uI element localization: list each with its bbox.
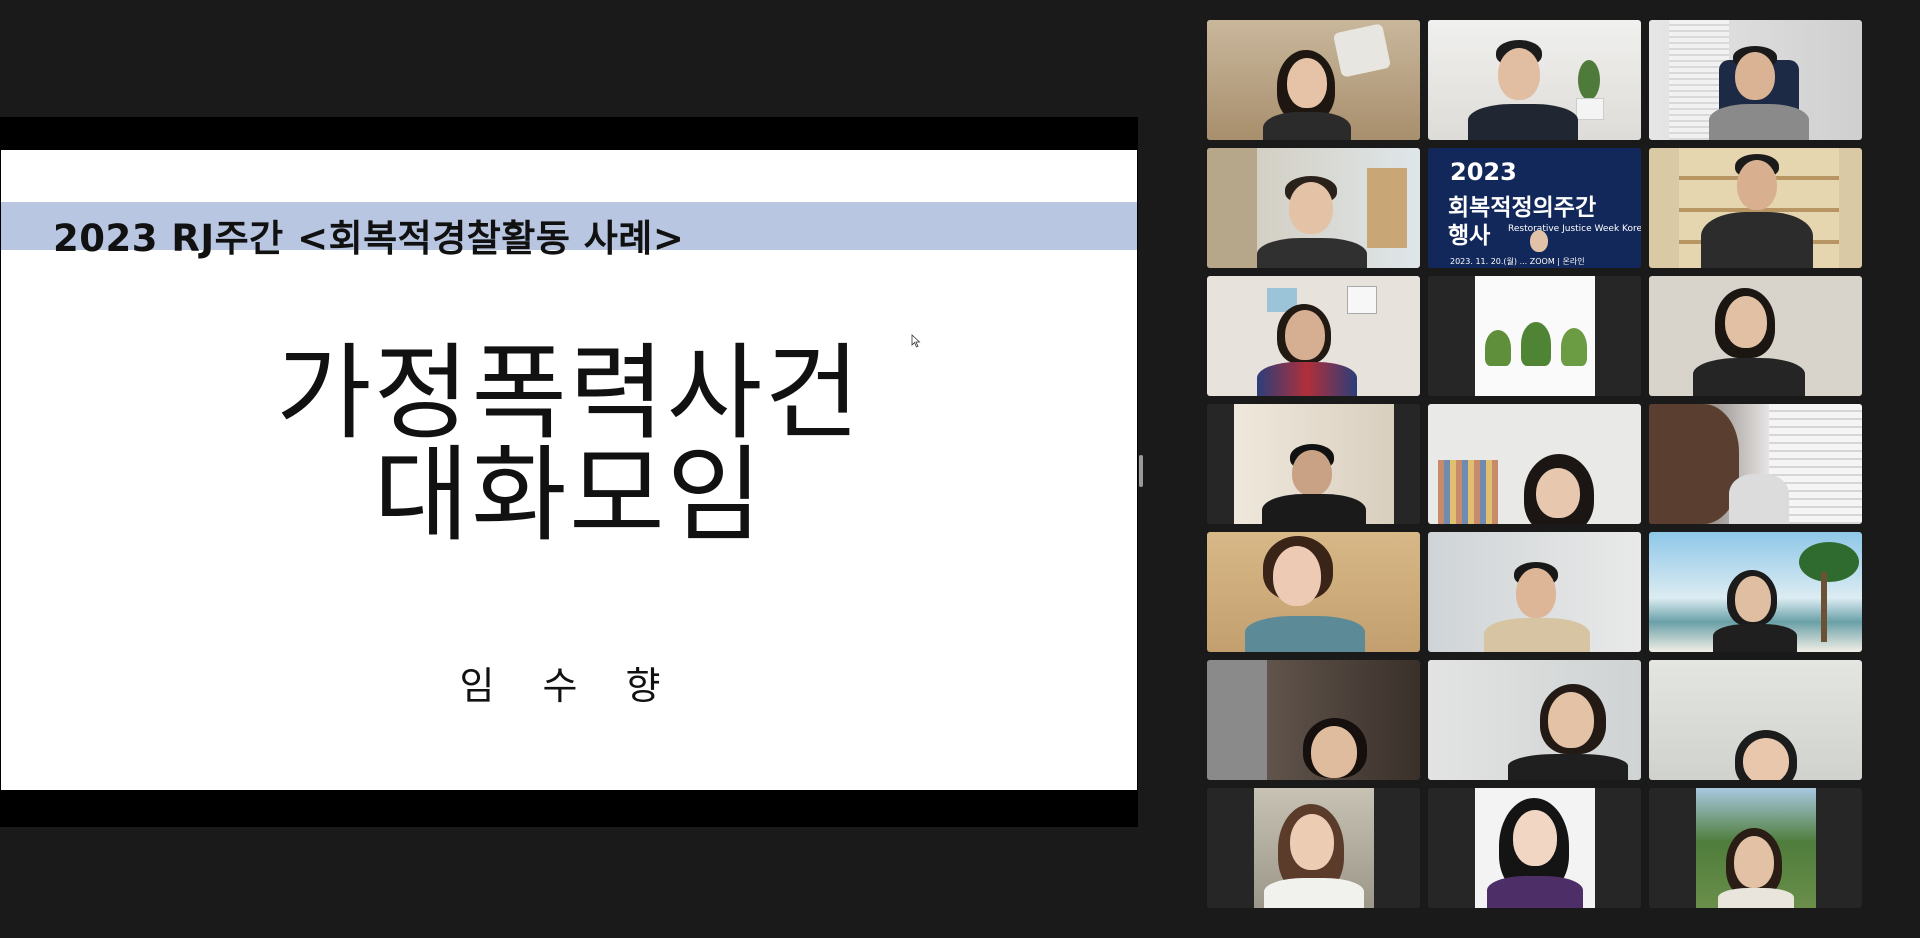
participant-video [1233,404,1394,524]
participant-video [1207,276,1420,396]
poster-line2: 행사 [1448,223,1491,249]
participant-tile-6[interactable] [1649,148,1862,268]
participant-tile-5[interactable]: 2023 회복적정의주간 행사 Restorative Justice Week… [1428,148,1641,268]
slide-banner-text: 2023 RJ주간 <회복적경찰활동 사례> [53,217,685,260]
participant-tile-20[interactable] [1428,788,1641,908]
participant-video [1649,532,1862,652]
participant-video [1649,660,1862,780]
mouse-cursor-icon [911,334,921,348]
participant-video [1428,532,1641,652]
poster-date: 2023. 11. 20.(월) ... ZOOM | 온라인 [1450,257,1585,266]
participant-video [1649,20,1862,140]
participant-tile-9[interactable] [1649,276,1862,396]
participant-video [1695,788,1816,908]
event-poster: 2023 회복적정의주간 행사 Restorative Justice Week… [1428,148,1641,268]
participant-tile-17[interactable] [1428,660,1641,780]
participant-video [1207,20,1420,140]
participant-tile-13[interactable] [1207,532,1420,652]
participant-video [1253,788,1374,908]
participant-tile-14[interactable] [1428,532,1641,652]
participant-tile-1[interactable] [1207,20,1420,140]
slide-title: 가정폭력사건 대화모임 [1,332,1137,556]
shared-screen: 2023 RJ주간 <회복적경찰활동 사례> 가정폭력사건 대화모임 임 수 향 [0,117,1138,827]
participant-gallery: 2023 회복적정의주간 행사 Restorative Justice Week… [1207,20,1863,908]
participant-video [1428,20,1641,140]
participant-tile-4[interactable] [1207,148,1420,268]
participant-video [1649,148,1862,268]
participant-video [1207,660,1420,780]
participant-tile-21[interactable] [1649,788,1862,908]
participant-tile-7[interactable] [1207,276,1420,396]
slide-banner: 2023 RJ주간 <회복적경찰활동 사례> [1,202,1137,260]
participant-video [1428,660,1641,780]
participant-tile-12[interactable] [1649,404,1862,524]
slide-title-line1: 가정폭력사건 [275,332,863,454]
participant-tile-11[interactable] [1428,404,1641,524]
participant-video [1649,276,1862,396]
participant-video [1474,276,1595,396]
participant-tile-10[interactable] [1207,404,1420,524]
participant-tile-18[interactable] [1649,660,1862,780]
presentation-slide: 2023 RJ주간 <회복적경찰활동 사례> 가정폭력사건 대화모임 임 수 향 [1,150,1137,790]
participant-tile-3[interactable] [1649,20,1862,140]
participant-tile-19[interactable] [1207,788,1420,908]
poster-year: 2023 [1450,158,1517,186]
participant-video [1649,404,1862,524]
participant-video [1428,404,1641,524]
panel-resize-handle[interactable] [1139,455,1143,487]
participant-tile-2[interactable] [1428,20,1641,140]
participant-tile-16[interactable] [1207,660,1420,780]
participant-video [1207,148,1420,268]
participant-tile-15[interactable] [1649,532,1862,652]
slide-title-line2: 대화모임 [373,434,765,556]
participant-tile-8[interactable] [1428,276,1641,396]
participant-video [1207,532,1420,652]
slide-author: 임 수 향 [459,664,679,708]
poster-subtitle: Restorative Justice Week Korea [1508,224,1641,234]
participant-video [1474,788,1595,908]
